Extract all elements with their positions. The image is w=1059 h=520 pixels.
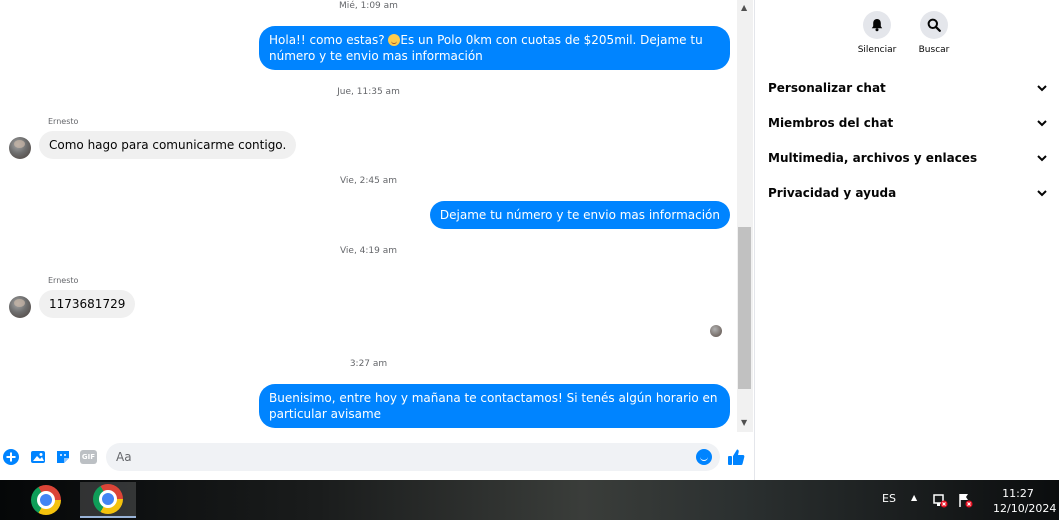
clock-time: 11:27 bbox=[1002, 487, 1034, 500]
emoji-icon[interactable] bbox=[696, 449, 712, 465]
scroll-down-arrow-icon[interactable]: ▼ bbox=[741, 418, 747, 427]
action-center-flag-icon[interactable] bbox=[957, 492, 973, 508]
message-input-placeholder: Aa bbox=[116, 450, 132, 464]
scrollbar[interactable]: ▲ ▼ bbox=[737, 0, 753, 432]
timestamp: Vie, 2:45 am bbox=[339, 176, 398, 186]
smiling-emoji-icon bbox=[388, 34, 401, 46]
section-label: Personalizar chat bbox=[768, 81, 886, 95]
timestamp: Mié, 1:09 am bbox=[339, 1, 398, 11]
timestamp: Jue, 11:35 am bbox=[337, 87, 400, 97]
message-input[interactable]: Aa bbox=[106, 443, 720, 471]
sender-name: Ernesto bbox=[48, 117, 79, 126]
timestamp: Vie, 4:19 am bbox=[339, 246, 398, 256]
search-button[interactable]: Buscar bbox=[909, 11, 959, 55]
search-label: Buscar bbox=[918, 45, 950, 55]
chevron-down-icon bbox=[1037, 190, 1047, 197]
outgoing-message[interactable]: Hola!! como estas? Es un Polo 0km con cu… bbox=[259, 26, 730, 70]
section-privacy-help[interactable]: Privacidad y ayuda bbox=[768, 186, 1048, 200]
thumbs-up-icon[interactable] bbox=[727, 448, 745, 466]
bell-icon bbox=[871, 19, 883, 32]
outgoing-message[interactable]: Dejame tu número y te envio mas informac… bbox=[429, 201, 730, 229]
avatar[interactable] bbox=[9, 296, 31, 318]
clock[interactable]: 11:27 12/10/2024 bbox=[993, 486, 1057, 516]
section-label: Miembros del chat bbox=[768, 116, 894, 130]
sticker-icon[interactable] bbox=[55, 449, 71, 465]
mute-button[interactable]: Silenciar bbox=[852, 11, 902, 55]
sender-name: Ernesto bbox=[48, 276, 79, 285]
message-list: Mié, 1:09 am Hola!! como estas? Es un Po… bbox=[0, 0, 737, 432]
mute-label: Silenciar bbox=[857, 45, 897, 55]
chrome-icon bbox=[31, 485, 61, 515]
incoming-message[interactable]: Como hago para comunicarme contigo. bbox=[39, 131, 297, 159]
incoming-message[interactable]: 1173681729 bbox=[39, 290, 136, 318]
scroll-up-arrow-icon[interactable]: ▲ bbox=[741, 3, 747, 12]
chevron-down-icon bbox=[1037, 85, 1047, 92]
message-text: Hola!! como estas? bbox=[269, 33, 389, 47]
chevron-down-icon bbox=[1037, 120, 1047, 127]
timestamp: 3:27 am bbox=[349, 359, 388, 369]
section-label: Multimedia, archivos y enlaces bbox=[768, 151, 978, 165]
plus-circle-icon[interactable] bbox=[3, 449, 19, 465]
outgoing-message[interactable]: Buenisimo, entre hoy y mañana te contact… bbox=[259, 384, 730, 428]
section-customize-chat[interactable]: Personalizar chat bbox=[768, 81, 1048, 95]
scrollbar-thumb[interactable] bbox=[738, 227, 751, 389]
taskbar: ES ▲ 11:27 12/10/2024 bbox=[0, 480, 1059, 520]
section-media-files-links[interactable]: Multimedia, archivos y enlaces bbox=[768, 151, 1048, 165]
section-chat-members[interactable]: Miembros del chat bbox=[768, 116, 1048, 130]
network-icon[interactable] bbox=[932, 492, 948, 508]
photo-icon[interactable] bbox=[30, 449, 46, 465]
show-hidden-icons-icon[interactable]: ▲ bbox=[911, 493, 917, 502]
chevron-down-icon bbox=[1037, 155, 1047, 162]
conversation-details-panel: Silenciar Buscar Personalizar chat Miemb… bbox=[754, 0, 1059, 480]
search-icon bbox=[927, 18, 941, 32]
taskbar-chrome-app-active[interactable] bbox=[80, 482, 136, 518]
chrome-icon bbox=[93, 484, 123, 514]
composer: GIF Aa bbox=[0, 440, 753, 474]
section-label: Privacidad y ayuda bbox=[768, 186, 897, 200]
avatar[interactable] bbox=[9, 137, 31, 159]
gif-icon[interactable]: GIF bbox=[80, 450, 97, 464]
clock-date: 12/10/2024 bbox=[993, 502, 1057, 515]
seen-avatar-icon bbox=[710, 325, 722, 337]
taskbar-chrome-app[interactable] bbox=[18, 482, 74, 518]
language-indicator[interactable]: ES bbox=[882, 492, 896, 505]
